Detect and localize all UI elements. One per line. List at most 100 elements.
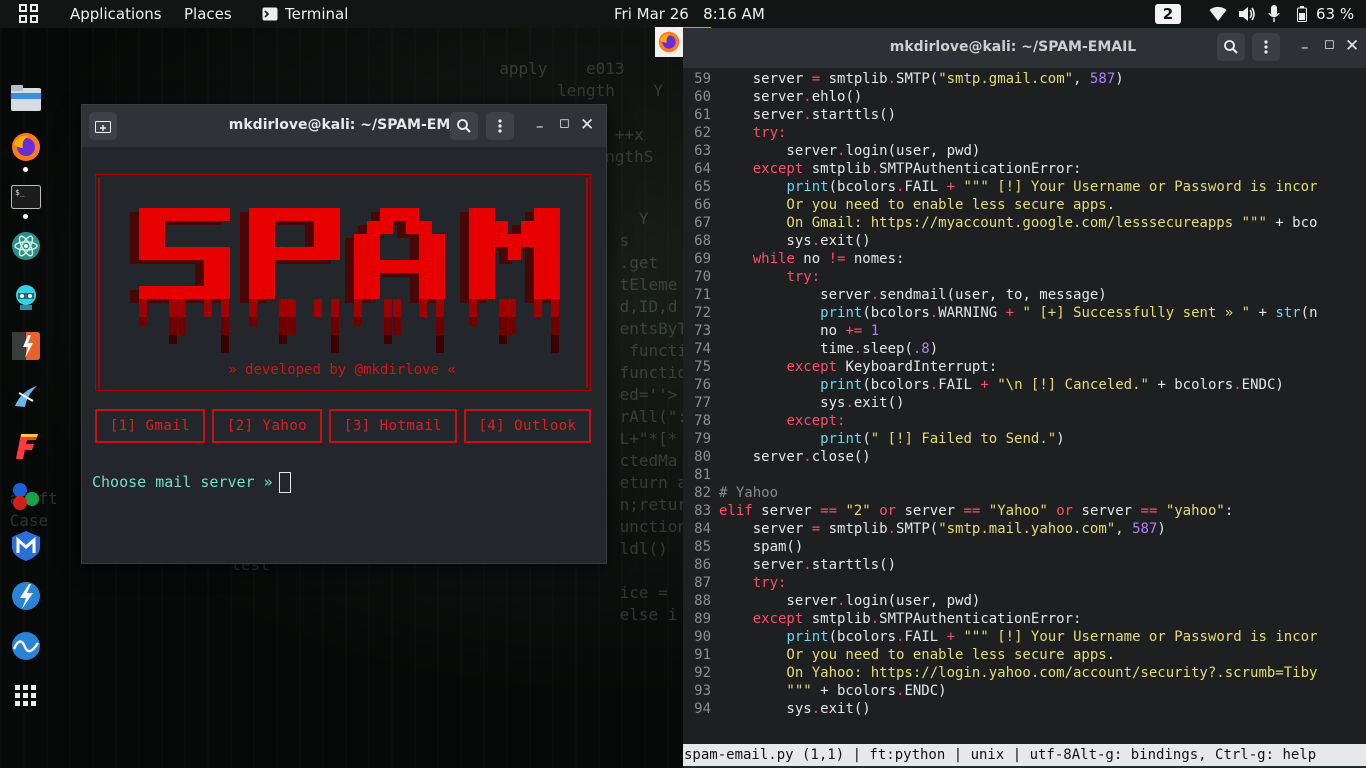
option-gmail[interactable]: [1] Gmail — [95, 409, 205, 443]
terminal-window-editor[interactable]: mkdirlove@kali: ~/SPAM-EMAIL – ◻ ✕ 59 se… — [683, 28, 1366, 768]
logo-drip-pixel — [499, 317, 507, 326]
logo-drip-pixel — [534, 308, 542, 317]
workspace-indicator[interactable]: 2 — [1155, 0, 1181, 28]
logo-drip-pixel — [551, 344, 559, 353]
logo-letter-pixel — [217, 208, 230, 221]
logo-letter-pixel — [469, 208, 482, 221]
line-number: 93 — [694, 683, 711, 699]
code-token: """ [!] Your Username or Password is inc… — [963, 179, 1318, 195]
option-hotmail[interactable]: [3] Hotmail — [329, 409, 457, 443]
menu-kebab-button-editor[interactable] — [1252, 33, 1280, 61]
code-editor[interactable]: 59 server = smtplib.SMTP("smtp.gmail.com… — [683, 68, 1366, 744]
code-token: SMTPAuthenticationError: — [879, 611, 1082, 627]
logo-drip-pixel — [279, 335, 287, 344]
logo-drip-pixel — [436, 299, 444, 308]
minimize-button-editor[interactable]: – — [1301, 38, 1309, 56]
code-line: 67 On Gmail: https://myaccount.google.co… — [683, 214, 1317, 232]
text-cursor[interactable] — [279, 472, 291, 493]
logo-letter-pixel — [178, 286, 191, 299]
terminal-icon[interactable]: $_ — [10, 181, 42, 213]
line-number: 81 — [694, 467, 711, 483]
code-token: except: — [786, 413, 846, 429]
code-line: 88 server.login(user, pwd) — [683, 592, 980, 610]
burpsuite-icon[interactable] — [10, 330, 42, 362]
menu-kebab-button[interactable] — [486, 112, 514, 140]
maltego-icon[interactable] — [10, 280, 42, 312]
show-apps-grid-icon[interactable] — [10, 680, 42, 712]
logo-drip-pixel — [551, 335, 559, 344]
code-token: "2" — [845, 503, 871, 519]
firefox-icon[interactable] — [10, 131, 42, 163]
clock[interactable]: Fri Mar 26 8:16 AM — [614, 0, 765, 28]
code-token: . — [870, 611, 880, 627]
zenmap-icon[interactable] — [10, 580, 42, 612]
code-token: # Yahoo — [719, 485, 779, 501]
code-token: server — [719, 557, 804, 573]
logo-letter-pixel — [547, 221, 560, 234]
line-number: 84 — [694, 521, 711, 537]
kali-dragon-tool-icon[interactable] — [10, 380, 42, 412]
window-titlebar-editor[interactable]: mkdirlove@kali: ~/SPAM-EMAIL – ◻ ✕ — [683, 28, 1366, 68]
terminal-body[interactable]: » developed by @mkdirlove « [1] Gmail [2… — [82, 147, 606, 563]
logo-letter-pixel — [419, 260, 432, 273]
wifi-icon[interactable] — [1209, 0, 1227, 28]
code-token: server — [719, 593, 838, 609]
logo-drip-pixel — [279, 299, 287, 308]
code-line: 79 print(" [!] Failed to Send.") — [683, 430, 1064, 448]
line-number: 64 — [694, 161, 711, 177]
logo-drip-pixel — [204, 308, 212, 317]
close-button[interactable]: ✕ — [580, 115, 594, 135]
microphone-icon[interactable] — [1268, 0, 1280, 28]
metasploit-icon[interactable] — [10, 530, 42, 562]
code-token: ( — [862, 431, 871, 447]
code-line: 70 try: — [683, 268, 820, 286]
code-line: 59 server = smtplib.SMTP("smtp.gmail.com… — [683, 70, 1124, 88]
firefox-notification-icon[interactable] — [655, 27, 683, 57]
code-token: . — [803, 107, 812, 123]
code-line: 71 server.sendmail(user, to, message) — [683, 286, 1107, 304]
option-yahoo[interactable]: [2] Yahoo — [212, 409, 322, 443]
logo-drip-pixel — [288, 308, 296, 317]
volume-icon[interactable] — [1238, 0, 1256, 28]
code-token: += — [845, 323, 863, 339]
window-titlebar[interactable]: mkdirlove@kali: ~/SPAM-EMAIL – ◻ ✕ — [82, 105, 606, 147]
code-token: , — [1073, 71, 1090, 87]
code-line: 93 """ + bcolors.ENDC) — [683, 682, 946, 700]
battery-icon[interactable] — [1297, 0, 1307, 28]
terminal-window-spam[interactable]: mkdirlove@kali: ~/SPAM-EMAIL – ◻ ✕ » dev… — [81, 104, 607, 564]
code-token: = — [811, 521, 821, 537]
logo-letter-pixel — [178, 208, 191, 221]
svg-text:$_: $_ — [15, 188, 25, 197]
logo-letter-pixel — [432, 260, 445, 273]
code-token: server — [719, 287, 871, 303]
places-menu[interactable]: Places — [184, 0, 232, 28]
maximize-button-editor[interactable]: ◻ — [1324, 37, 1335, 52]
logo-drip-pixel — [354, 299, 362, 308]
logo-drip-pixel — [384, 326, 392, 335]
flameshot-icon[interactable] — [10, 430, 42, 462]
code-token: . — [811, 701, 821, 717]
logo-drip-pixel — [508, 326, 516, 335]
terminal-app-menu[interactable]: Terminal — [285, 0, 348, 28]
applications-menu[interactable]: Applications — [70, 0, 162, 28]
wireshark-icon[interactable] — [10, 630, 42, 662]
close-button-editor[interactable]: ✕ — [1345, 36, 1359, 56]
logo-letter-pixel — [249, 247, 262, 260]
logo-letter-pixel — [495, 234, 508, 247]
code-token: no — [794, 251, 829, 267]
logo-drip-pixel — [393, 299, 401, 308]
logo-letter-pixel — [139, 286, 152, 299]
maximize-button[interactable]: ◻ — [559, 116, 570, 131]
atom-icon[interactable] — [10, 230, 42, 262]
logo-drip-pixel — [288, 326, 296, 335]
search-button[interactable] — [450, 112, 478, 140]
logo-drip-pixel — [204, 299, 212, 308]
search-button-editor[interactable] — [1217, 33, 1245, 61]
minimize-button[interactable]: – — [536, 117, 544, 135]
activities-grid-icon[interactable] — [19, 0, 39, 28]
option-outlook[interactable]: [4] Outlook — [464, 409, 591, 443]
file-manager-icon[interactable] — [10, 82, 42, 114]
line-number: 86 — [694, 557, 711, 573]
color-picker-icon[interactable] — [10, 480, 42, 512]
